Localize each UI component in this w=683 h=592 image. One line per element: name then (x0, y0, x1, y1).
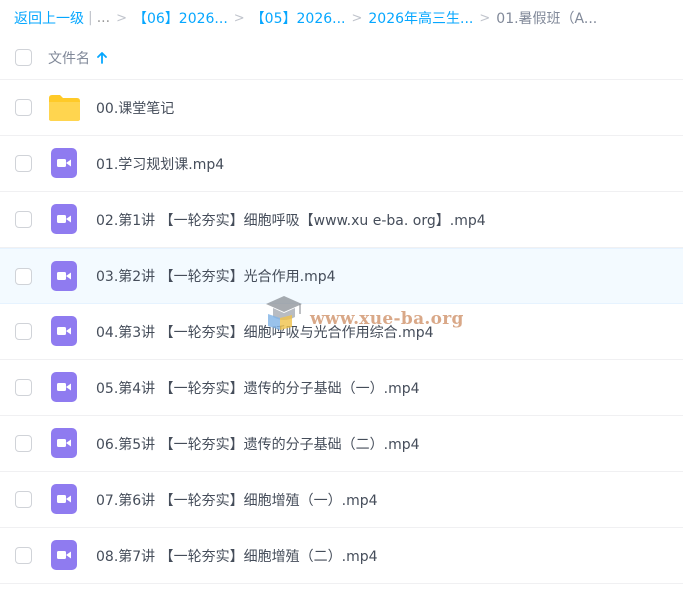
breadcrumb-item[interactable]: 【06】2026... (133, 8, 228, 28)
row-checkbox[interactable] (15, 268, 32, 285)
row-checkbox[interactable] (15, 379, 32, 396)
file-row[interactable]: 06.第5讲 【一轮夯实】遗传的分子基础（二）.mp4 (0, 416, 683, 472)
row-checkbox[interactable] (15, 323, 32, 340)
breadcrumb-divider: | (88, 10, 93, 26)
video-file-icon (48, 261, 81, 293)
row-checkbox[interactable] (15, 435, 32, 452)
breadcrumb-current: 01.暑假班（A... (496, 11, 598, 27)
row-checkbox[interactable] (15, 155, 32, 172)
file-name[interactable]: 05.第4讲 【一轮夯实】遗传的分子基础（一）.mp4 (96, 378, 420, 398)
video-file-icon (48, 316, 81, 348)
video-file-icon (48, 540, 81, 572)
file-row[interactable]: 00.课堂笔记 (0, 80, 683, 136)
row-checkbox[interactable] (15, 547, 32, 564)
file-row[interactable]: 05.第4讲 【一轮夯实】遗传的分子基础（一）.mp4 (0, 360, 683, 416)
video-file-icon (48, 428, 81, 460)
breadcrumb-separator: > (479, 10, 491, 26)
file-name[interactable]: 00.课堂笔记 (96, 98, 174, 118)
breadcrumb-item[interactable]: 2026年高三生... (368, 8, 473, 28)
breadcrumb-separator: > (116, 10, 127, 26)
video-file-icon (48, 148, 81, 180)
file-row[interactable]: 02.第1讲 【一轮夯实】细胞呼吸【www.xu e-ba. org】.mp4 (0, 192, 683, 248)
name-column-label: 文件名 (48, 50, 90, 67)
file-row[interactable]: 04.第3讲 【一轮夯实】细胞呼吸与光合作用综合.mp4 (0, 304, 683, 360)
file-name[interactable]: 07.第6讲 【一轮夯实】细胞增殖（一）.mp4 (96, 490, 378, 510)
breadcrumb-separator: > (233, 10, 245, 26)
select-all-checkbox[interactable] (15, 49, 32, 66)
file-name[interactable]: 04.第3讲 【一轮夯实】细胞呼吸与光合作用综合.mp4 (96, 322, 434, 342)
file-name[interactable]: 03.第2讲 【一轮夯实】光合作用.mp4 (96, 266, 336, 286)
file-row[interactable]: 08.第7讲 【一轮夯实】细胞增殖（二）.mp4 (0, 528, 683, 584)
row-checkbox[interactable] (15, 211, 32, 228)
file-list-header: 文件名 (0, 36, 683, 80)
file-name[interactable]: 01.学习规划课.mp4 (96, 154, 224, 174)
file-name[interactable]: 02.第1讲 【一轮夯实】细胞呼吸【www.xu e-ba. org】.mp4 (96, 210, 486, 230)
file-list: 00.课堂笔记 01.学习规划课.mp4 02.第1讲 【一轮夯实】细胞呼吸【w… (0, 80, 683, 584)
file-row-hovered[interactable]: 03.第2讲 【一轮夯实】光合作用.mp4 (0, 248, 683, 304)
file-name[interactable]: 08.第7讲 【一轮夯实】细胞增殖（二）.mp4 (96, 546, 378, 566)
file-row[interactable]: 01.学习规划课.mp4 (0, 136, 683, 192)
breadcrumb-ellipsis[interactable]: ... (97, 10, 110, 26)
sort-up-icon[interactable] (97, 51, 107, 64)
video-file-icon (48, 204, 81, 236)
back-link[interactable]: 返回上一级 (14, 8, 84, 28)
breadcrumb: 返回上一级 | ... > 【06】2026... > 【05】2026... … (0, 0, 683, 36)
row-checkbox[interactable] (15, 491, 32, 508)
file-name[interactable]: 06.第5讲 【一轮夯实】遗传的分子基础（二）.mp4 (96, 434, 420, 454)
folder-icon (48, 92, 81, 124)
video-file-icon (48, 372, 81, 404)
file-row[interactable]: 07.第6讲 【一轮夯实】细胞增殖（一）.mp4 (0, 472, 683, 528)
video-file-icon (48, 484, 81, 516)
row-checkbox[interactable] (15, 99, 32, 116)
name-column-header[interactable]: 文件名 (48, 48, 107, 68)
breadcrumb-separator: > (351, 10, 363, 26)
breadcrumb-item[interactable]: 【05】2026... (251, 8, 346, 28)
